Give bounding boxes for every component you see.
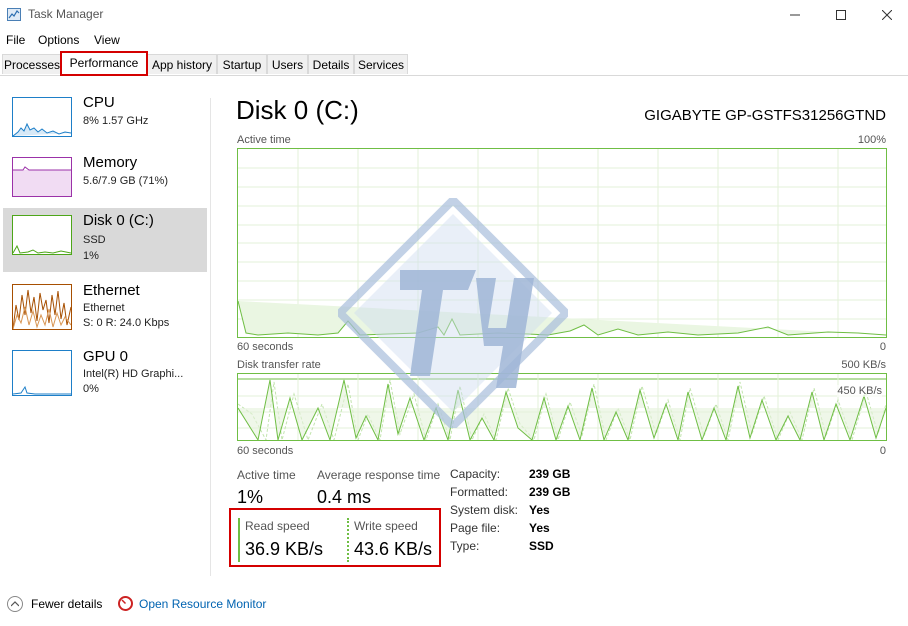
minimize-icon bbox=[790, 14, 800, 16]
tab-bar: Processes Performance App history Startu… bbox=[0, 51, 908, 76]
menu-file[interactable]: File bbox=[6, 33, 25, 47]
transfer-rate-chart-min: 0 bbox=[879, 445, 886, 457]
fewer-details-label: Fewer details bbox=[31, 597, 103, 611]
transfer-rate-chart-label: Disk transfer rate bbox=[237, 359, 321, 371]
gpu-thumbnail-graph bbox=[12, 350, 72, 396]
info-capacity-value: 239 GB bbox=[529, 467, 571, 481]
maximize-button[interactable] bbox=[818, 0, 864, 30]
response-time-label: Average response time bbox=[317, 468, 441, 482]
sidebar-gpu-title: GPU 0 bbox=[83, 348, 129, 365]
tab-users[interactable]: Users bbox=[267, 54, 308, 74]
tab-processes[interactable]: Processes bbox=[2, 54, 62, 74]
sidebar-ethernet-name: Ethernet bbox=[83, 302, 125, 314]
sidebar-disk-usage: 1% bbox=[83, 250, 99, 262]
maximize-icon bbox=[836, 10, 846, 20]
memory-thumbnail-graph bbox=[12, 157, 72, 197]
close-button[interactable] bbox=[864, 0, 908, 30]
active-time-label: Active time bbox=[237, 468, 296, 482]
sidebar-memory-title: Memory bbox=[83, 154, 138, 171]
watermark-logo bbox=[338, 198, 568, 428]
minimize-button[interactable] bbox=[772, 0, 818, 30]
info-formatted-label: Formatted: bbox=[450, 485, 509, 499]
active-time-value: 1% bbox=[237, 487, 264, 507]
active-time-chart-min: 0 bbox=[879, 341, 886, 353]
response-time-value: 0.4 ms bbox=[317, 487, 372, 507]
transfer-rate-chart-span: 60 seconds bbox=[237, 445, 294, 457]
tab-details[interactable]: Details bbox=[308, 54, 354, 74]
active-time-chart-label: Active time bbox=[237, 134, 291, 146]
sidebar-ethernet-title: Ethernet bbox=[83, 282, 140, 299]
page-title: Disk 0 (C:) bbox=[236, 95, 359, 125]
sidebar-disk-title: Disk 0 (C:) bbox=[83, 212, 154, 229]
sidebar-item-disk[interactable]: Disk 0 (C:) SSD 1% bbox=[3, 208, 207, 272]
sidebar-cpu-usage: 8% 1.57 GHz bbox=[83, 115, 149, 127]
task-manager-icon bbox=[7, 8, 21, 21]
tab-app-history[interactable]: App history bbox=[147, 54, 217, 74]
info-type-value: SSD bbox=[529, 539, 554, 553]
disk-thumbnail-graph bbox=[12, 215, 72, 255]
menu-options[interactable]: Options bbox=[38, 33, 79, 47]
open-resource-monitor-link[interactable]: Open Resource Monitor bbox=[118, 596, 266, 611]
transfer-rate-chart-max: 500 KB/s bbox=[841, 359, 886, 371]
tab-services[interactable]: Services bbox=[354, 54, 408, 74]
info-formatted-value: 239 GB bbox=[529, 485, 571, 499]
ethernet-thumbnail-graph bbox=[12, 284, 72, 330]
panel-divider bbox=[210, 98, 211, 576]
sidebar-disk-type: SSD bbox=[83, 234, 106, 246]
close-icon bbox=[882, 10, 892, 20]
info-page-file-value: Yes bbox=[529, 521, 550, 535]
sidebar-item-gpu[interactable]: GPU 0 Intel(R) HD Graphi... 0% bbox=[3, 344, 207, 408]
sidebar-item-cpu[interactable]: CPU 8% 1.57 GHz bbox=[3, 90, 207, 154]
active-time-chart-max: 100% bbox=[857, 134, 886, 146]
active-time-chart-span: 60 seconds bbox=[237, 341, 294, 353]
fewer-details-button[interactable]: Fewer details bbox=[7, 596, 102, 612]
transfer-rate-chart-mid: 450 KB/s bbox=[837, 385, 882, 397]
window-title: Task Manager bbox=[28, 7, 104, 21]
info-system-disk-label: System disk: bbox=[450, 503, 519, 517]
open-resource-monitor-label: Open Resource Monitor bbox=[139, 596, 267, 611]
info-system-disk-value: Yes bbox=[529, 503, 550, 517]
sidebar-memory-usage: 5.6/7.9 GB (71%) bbox=[83, 175, 168, 187]
chevron-up-icon bbox=[7, 596, 23, 612]
sidebar-gpu-name: Intel(R) HD Graphi... bbox=[83, 368, 184, 380]
info-capacity-label: Capacity: bbox=[450, 467, 501, 481]
menu-view[interactable]: View bbox=[94, 33, 120, 47]
info-type-label: Type: bbox=[450, 539, 480, 553]
resource-monitor-icon bbox=[118, 596, 133, 611]
sidebar-gpu-usage: 0% bbox=[83, 383, 99, 395]
sidebar-ethernet-rate: S: 0 R: 24.0 Kbps bbox=[83, 317, 170, 329]
sidebar-item-memory[interactable]: Memory 5.6/7.9 GB (71%) bbox=[3, 150, 207, 214]
sidebar-item-ethernet[interactable]: Ethernet Ethernet S: 0 R: 24.0 Kbps bbox=[3, 278, 207, 342]
sidebar-cpu-title: CPU bbox=[83, 94, 115, 111]
tab-startup[interactable]: Startup bbox=[217, 54, 267, 74]
cpu-thumbnail-graph bbox=[12, 97, 72, 137]
title-bar: Task Manager bbox=[0, 0, 908, 30]
disk-model: GIGABYTE GP-GSTFS31256GTND bbox=[644, 107, 886, 124]
speed-highlight-box bbox=[229, 508, 441, 567]
tab-performance[interactable]: Performance bbox=[60, 51, 148, 76]
info-page-file-label: Page file: bbox=[450, 521, 501, 535]
